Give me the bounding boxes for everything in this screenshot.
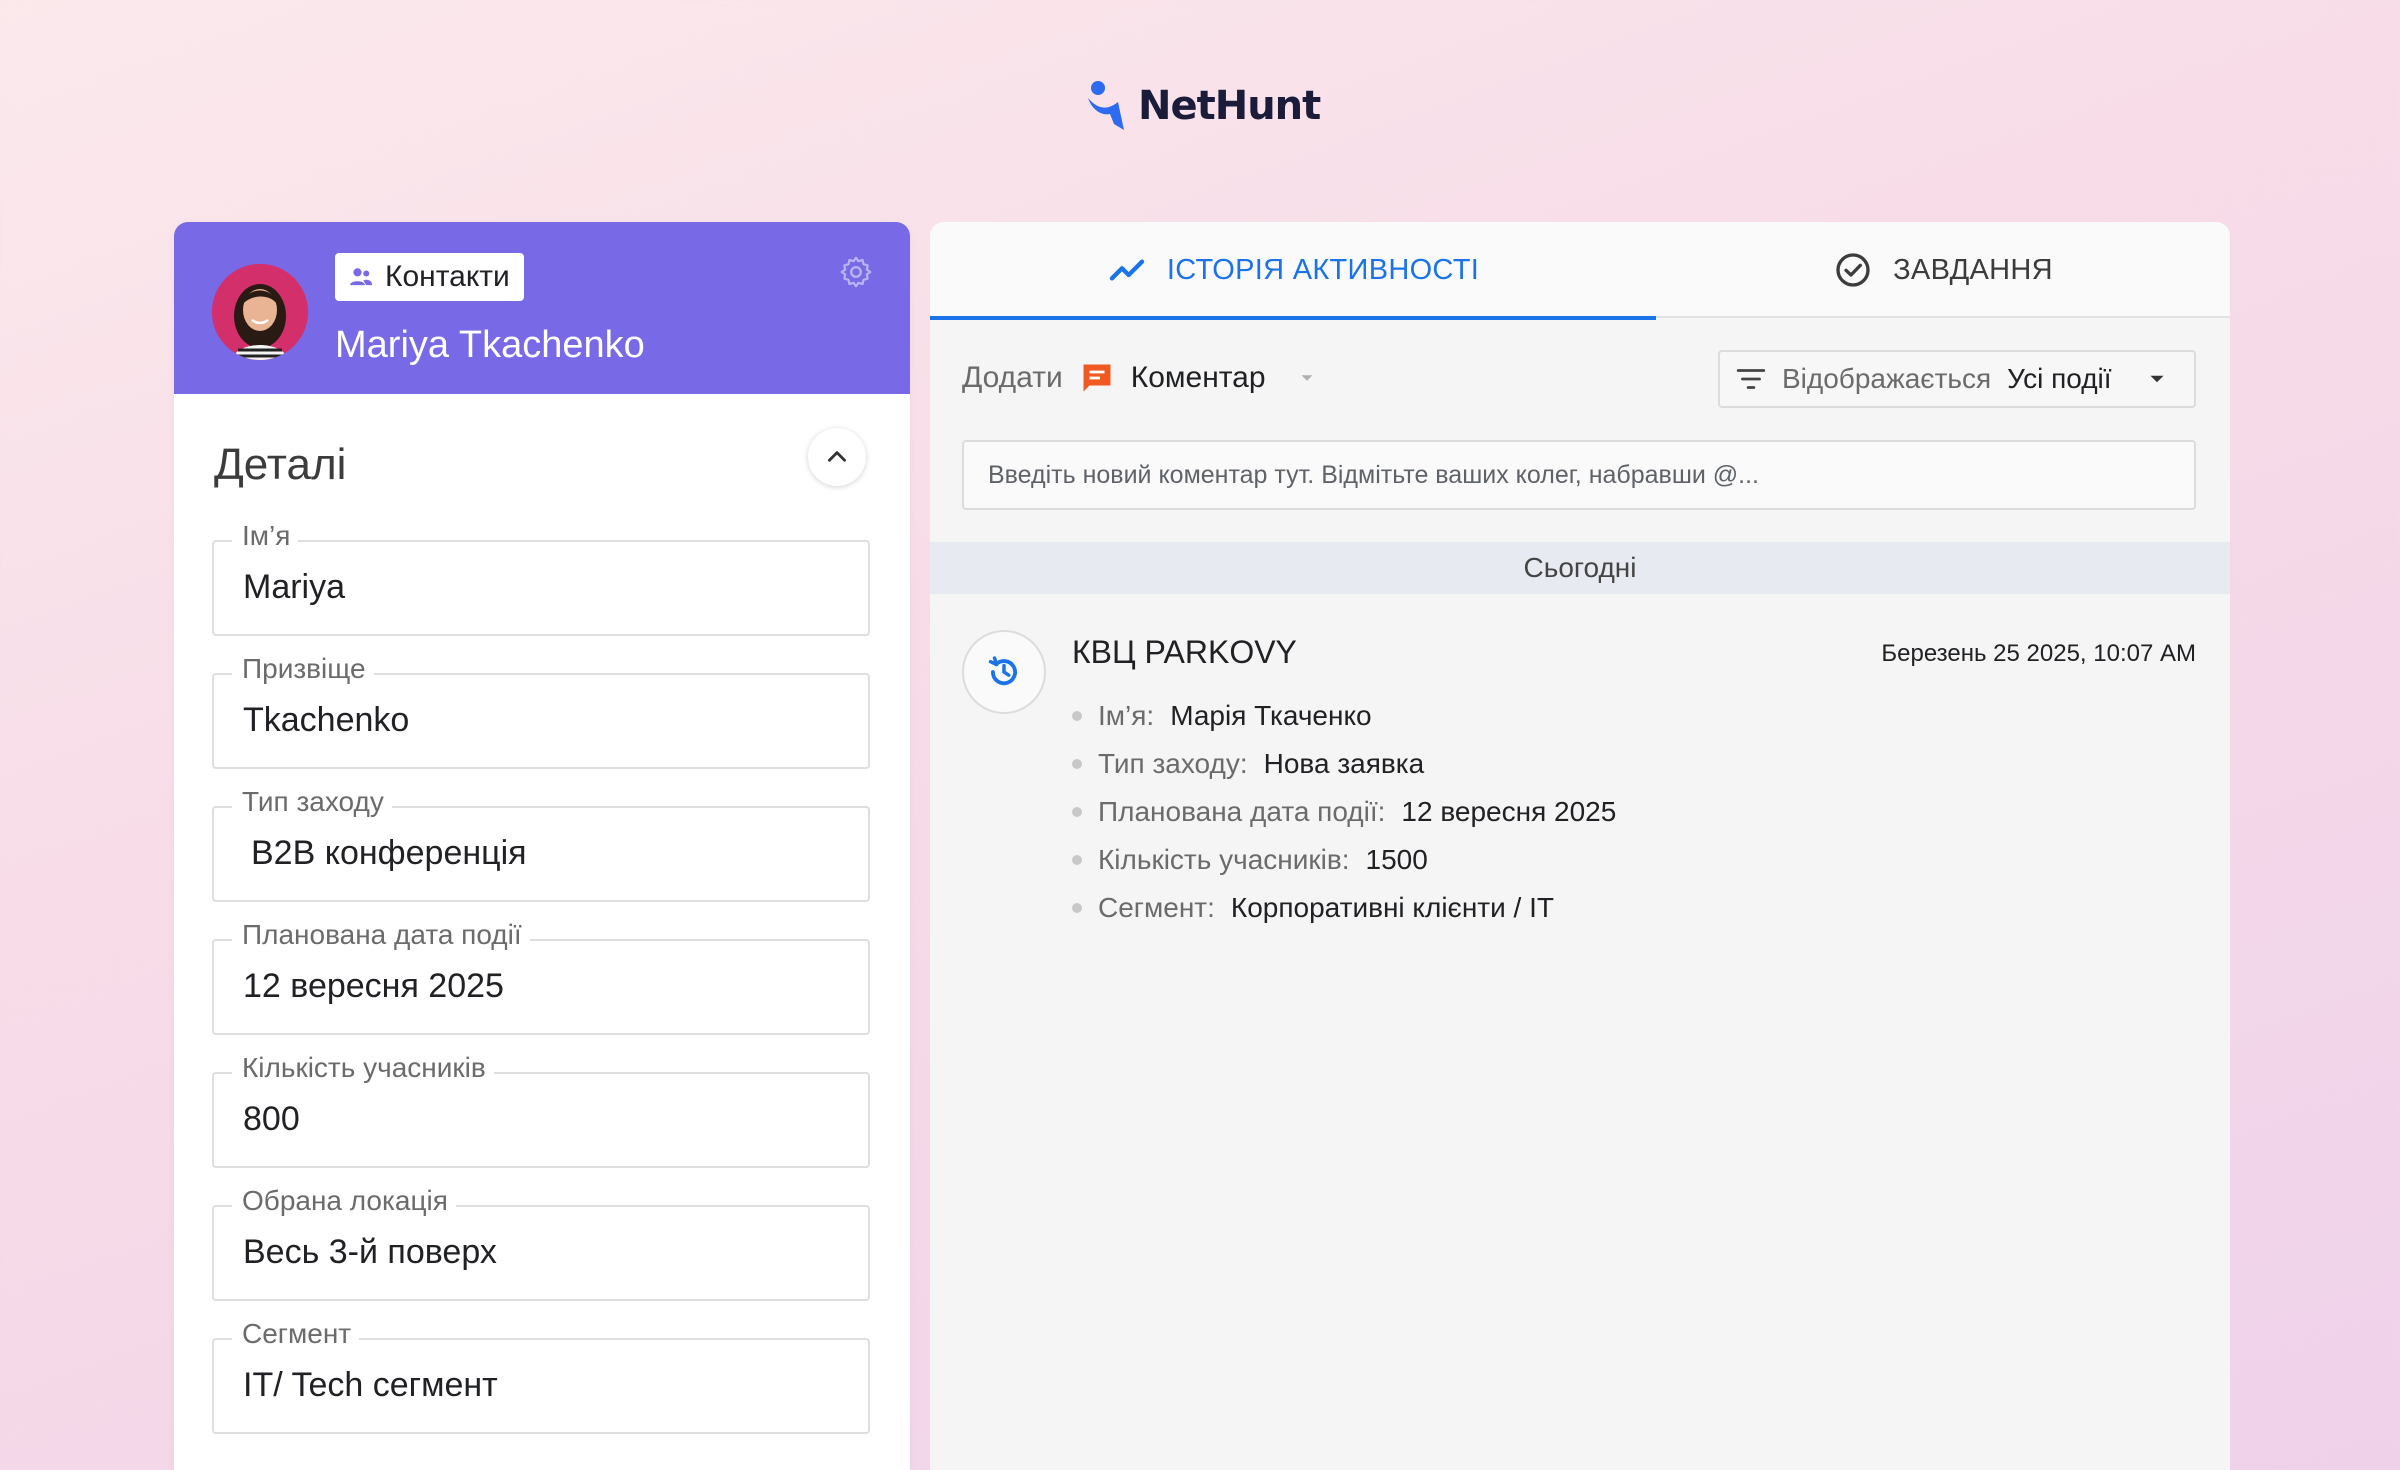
field-label: Обрана локація (232, 1185, 456, 1217)
check-circle-icon (1836, 253, 1870, 287)
filter-label: Відображається (1782, 363, 1992, 394)
activity-panel: ІСТОРІЯ АКТИВНОСТІ ЗАВДАННЯ Додати Комен… (930, 222, 2230, 1470)
filter-value: Усі події (2007, 363, 2112, 394)
field-value: IT/ Tech сегмент (243, 1366, 498, 1404)
event-field-key: Кількість учасників: (1098, 844, 1350, 875)
field-value: 800 (243, 1100, 300, 1138)
event-field-value: 12 вересня 2025 (1401, 796, 1617, 827)
field-label: Кількість учасників (232, 1052, 494, 1084)
event-field-list: Ім’я: Марія Ткаченко Тип заходу: Нова за… (1072, 692, 1616, 932)
tab-tasks[interactable]: ЗАВДАННЯ (1656, 222, 2230, 318)
field-label: Призвіще (232, 653, 374, 685)
contact-name: Mariya Tkachenko (335, 324, 645, 366)
event-field-value: Марія Ткаченко (1170, 700, 1372, 731)
list-item: Тип заходу: Нова заявка (1072, 740, 1616, 788)
add-type-select[interactable]: Коментар (1131, 361, 1266, 395)
participants-count-field[interactable]: Кількість учасників 800 (212, 1052, 870, 1168)
field-value: Mariya (243, 568, 346, 606)
event-field-value: Нова заявка (1263, 748, 1425, 779)
event-field-key: Планована дата події: (1098, 796, 1386, 827)
planned-date-field[interactable]: Планована дата події 12 вересня 2025 (212, 919, 870, 1035)
field-value: B2B конференція (251, 834, 527, 872)
field-value: Tkachenko (243, 701, 410, 739)
caret-down-icon[interactable] (1296, 367, 1318, 389)
trending-up-icon (1109, 259, 1145, 281)
comment-input[interactable]: Введіть новий коментар тут. Відмітьте ва… (962, 440, 2196, 510)
avatar-photo (212, 264, 308, 360)
bullet (1072, 807, 1082, 817)
bullet (1072, 711, 1082, 721)
events-filter-dropdown[interactable]: Відображається Усі події (1718, 350, 2196, 408)
location-field[interactable]: Обрана локація Весь 3-й поверх (212, 1185, 870, 1301)
event-field-value: 1500 (1365, 844, 1428, 875)
contacts-chip-label: Контакти (385, 260, 510, 293)
nethunt-logo: NetHunt (1084, 78, 1321, 134)
list-item: Планована дата події: 12 вересня 2025 (1072, 788, 1616, 836)
field-label: Ім’я (232, 520, 299, 552)
event-timestamp: Березень 25 2025, 10:07 AM (1881, 640, 2196, 667)
chevron-up-icon (828, 451, 846, 462)
details-heading: Деталі (214, 440, 347, 489)
event-field-key: Сегмент: (1098, 892, 1215, 923)
event-field-key: Тип заходу: (1098, 748, 1248, 779)
gear-icon[interactable] (838, 254, 874, 290)
field-label: Планована дата події (232, 919, 530, 951)
first-name-field[interactable]: Ім’я Mariya (212, 520, 870, 636)
tab-tasks-label: ЗАВДАННЯ (1893, 253, 2053, 286)
tab-activity-history[interactable]: ІСТОРІЯ АКТИВНОСТІ (930, 222, 1656, 320)
comment-icon (1079, 360, 1115, 396)
list-item: Кількість учасників: 1500 (1072, 836, 1616, 884)
avatar[interactable] (212, 264, 308, 360)
tab-activity-label: ІСТОРІЯ АКТИВНОСТІ (1166, 253, 1480, 286)
field-value: 12 вересня 2025 (243, 967, 504, 1005)
add-entry-row: Додати Коментар (962, 360, 1318, 396)
add-label: Додати (962, 361, 1063, 394)
bullet (1072, 903, 1082, 913)
event-type-badge (962, 630, 1046, 714)
event-field-key: Ім’я: (1098, 700, 1155, 731)
people-icon (349, 268, 373, 286)
segment-field[interactable]: Сегмент IT/ Tech сегмент (212, 1318, 870, 1434)
tab-bar: ІСТОРІЯ АКТИВНОСТІ ЗАВДАННЯ (930, 222, 2230, 320)
event-field-value: Корпоративні клієнти / IT (1230, 892, 1554, 923)
nethunt-logo-icon (1088, 81, 1124, 130)
contact-card: Контакти Mariya Tkachenko Деталі Ім’я Ma… (174, 222, 910, 1470)
event-title[interactable]: КВЦ PARKOVY (1072, 634, 1297, 671)
nethunt-wordmark: NetHunt (1138, 83, 1321, 129)
event-type-field[interactable]: Тип заходу B2B конференція (212, 786, 870, 902)
bullet (1072, 855, 1082, 865)
field-value: Весь 3-й поверх (243, 1233, 497, 1271)
contact-header: Контакти Mariya Tkachenko (174, 222, 910, 394)
list-item: Ім’я: Марія Ткаченко (1072, 692, 1616, 740)
day-separator: Сьогодні (930, 542, 2230, 594)
filter-icon (1736, 369, 1766, 389)
caret-down-icon (2150, 375, 2164, 383)
history-icon (988, 656, 1017, 686)
field-label: Тип заходу (232, 786, 392, 818)
list-item: Сегмент: Корпоративні клієнти / IT (1072, 884, 1616, 932)
collapse-details-button[interactable] (808, 428, 866, 486)
field-label: Сегмент (232, 1318, 360, 1350)
last-name-field[interactable]: Призвіще Tkachenko (212, 653, 870, 769)
contacts-chip[interactable]: Контакти (335, 253, 524, 301)
bullet (1072, 759, 1082, 769)
